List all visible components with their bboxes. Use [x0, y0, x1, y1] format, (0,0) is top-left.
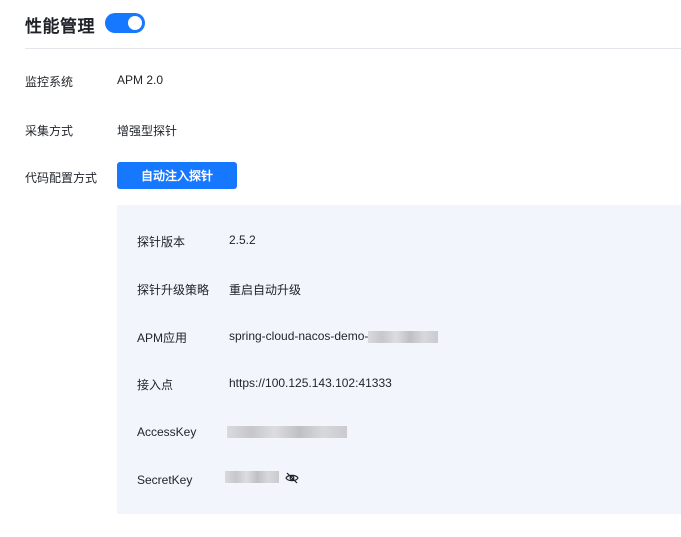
apm-app-value: spring-cloud-nacos-demo- — [229, 329, 369, 343]
access-point-label: 接入点 — [137, 378, 174, 392]
probe-upgrade-strategy-label: 探针升级策略 — [137, 283, 210, 297]
performance-toggle[interactable] — [105, 13, 145, 33]
page-title: 性能管理 — [25, 16, 95, 36]
access-point-value: https://100.125.143.102:41333 — [229, 376, 392, 390]
secret-key-label: SecretKey — [137, 473, 193, 487]
page-header: 性能管理 — [25, 12, 95, 36]
header-divider — [25, 48, 681, 49]
access-key-label: AccessKey — [137, 425, 197, 439]
apm-app-label: APM应用 — [137, 331, 188, 345]
eye-off-icon[interactable] — [285, 472, 299, 484]
apm-app-redacted — [368, 331, 438, 343]
toggle-knob — [128, 16, 142, 30]
monitor-system-value: APM 2.0 — [117, 73, 164, 87]
monitor-system-label: 监控系统 — [25, 75, 74, 89]
code-config-label: 代码配置方式 — [25, 171, 98, 185]
probe-upgrade-strategy-value: 重启自动升级 — [229, 283, 302, 297]
probe-version-label: 探针版本 — [137, 235, 186, 249]
probe-info-panel: 探针版本 2.5.2 探针升级策略 重启自动升级 APM应用 spring-cl… — [117, 205, 681, 514]
secret-key-redacted — [225, 471, 279, 483]
probe-version-value: 2.5.2 — [229, 233, 256, 247]
collection-method-label: 采集方式 — [25, 124, 74, 138]
collection-method-value: 增强型探针 — [117, 124, 178, 138]
auto-inject-probe-button[interactable]: 自动注入探针 — [117, 162, 237, 189]
access-key-redacted — [227, 426, 347, 438]
